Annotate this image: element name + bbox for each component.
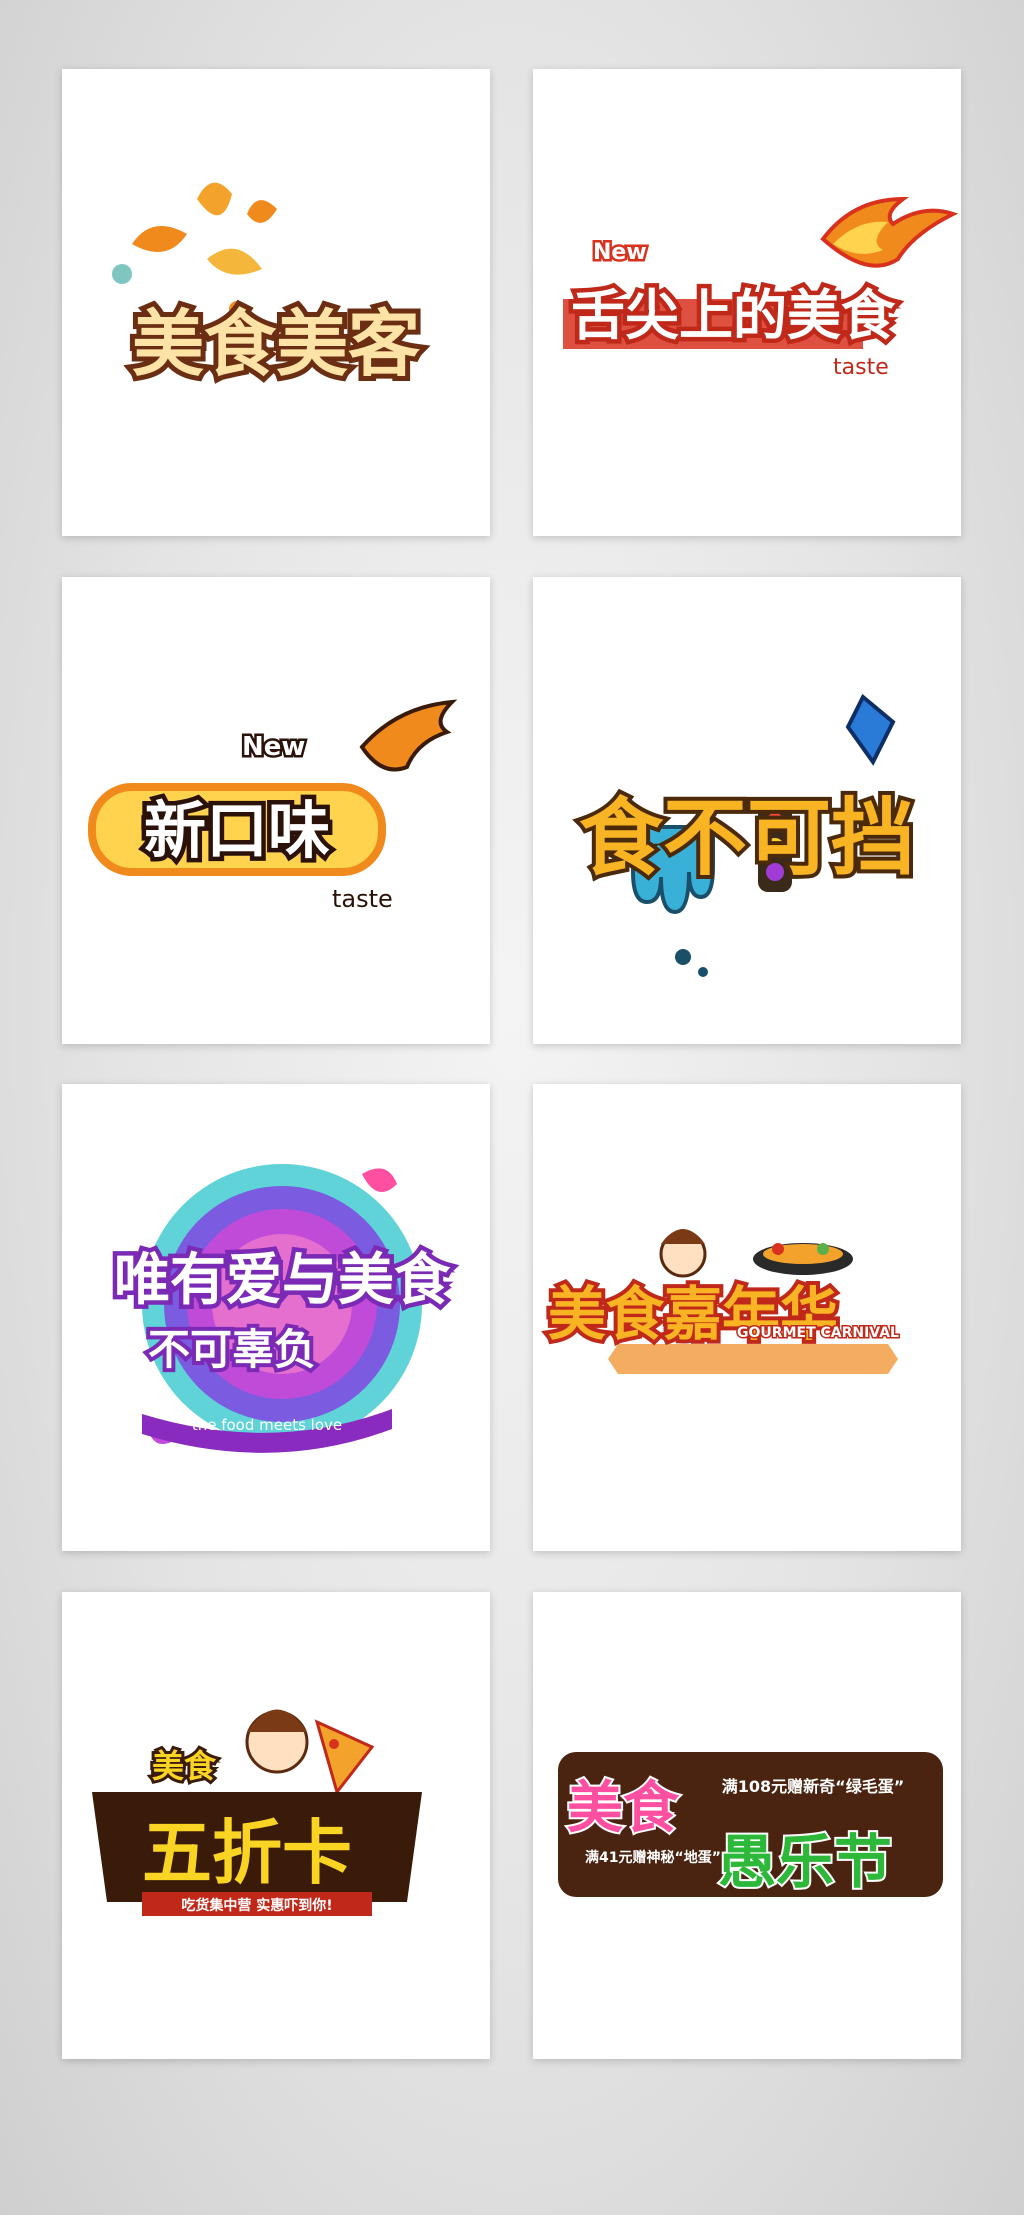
sticker-card-wuzhe-ka[interactable]: 美食 五折卡 吃货集中营 实惠吓到你! (62, 1592, 490, 2059)
splash-petals-icon (112, 182, 277, 317)
flame-icon (359, 699, 458, 772)
xin-kouwei-artwork: New 新口味 taste (88, 699, 458, 913)
english-subtitle: GOURMET CARNIVAL (737, 1325, 899, 1341)
sticker-title: 五折卡 (142, 1812, 352, 1894)
sticker-card-xin-kouwei[interactable]: New 新口味 taste (62, 577, 490, 1044)
pizza-icon (314, 1719, 375, 1796)
sticker-title: 唯有爱与美食 (114, 1248, 451, 1313)
new-badge: New (242, 732, 305, 762)
promo-line-1: 满108元赠新奇“绿毛蛋” (722, 1777, 904, 1796)
tagline: 吃货集中营 实惠吓到你! (181, 1897, 332, 1914)
sticker-title-secondary: 愚乐节 (718, 1828, 892, 1896)
wuzhe-ka-artwork: 美食 五折卡 吃货集中营 实惠吓到你! (92, 1709, 422, 1916)
sticker-kicker: 美食 (152, 1747, 217, 1785)
jianianhua-artwork: 美食嘉年华 GOURMET CARNIVAL (544, 1229, 901, 1374)
sticker-title: 舌尖上的美食 (571, 284, 896, 347)
knife-icon (845, 693, 896, 766)
sticker-title: 美食美客 (132, 302, 420, 386)
flame-icon (820, 196, 959, 268)
sticker-card-jianianhua[interactable]: 美食嘉年华 GOURMET CARNIVAL (533, 1084, 961, 1551)
promo-line-2: 满41元赠神秘“地蛋” (585, 1849, 721, 1866)
weiyou-ai-artwork: 唯有爱与美食 不可辜负 the food meets love (110, 1164, 456, 1453)
chef-girl-icon (659, 1229, 707, 1278)
dishes-icon (753, 1243, 853, 1275)
sticker-card-shibu-kedang[interactable]: 食不可挡 (533, 577, 961, 1044)
shejian-meishi-artwork: New 舌尖上的美食 taste (563, 196, 959, 380)
taste-label: taste (833, 355, 889, 380)
yule-jie-artwork: 美食 愚乐节 满108元赠新奇“绿毛蛋” 满41元赠神秘“地蛋” (558, 1752, 943, 1898)
sticker-card-weiyou-ai[interactable]: 唯有爱与美食 不可辜负 the food meets love (62, 1084, 490, 1551)
sticker-card-meishi-meike[interactable]: 美食美客 (62, 69, 490, 536)
sticker-subtitle: 不可辜负 (148, 1325, 316, 1374)
sticker-title: 食不可挡 (579, 789, 915, 887)
sticker-grid: 美食美客 New 舌尖上的美食 taste New 新口味 taste 食不可挡… (0, 0, 1024, 2215)
sticker-title: 新口味 (144, 794, 330, 867)
meishi-meike-artwork: 美食美客 (112, 182, 425, 391)
sticker-card-shejian-meishi[interactable]: New 舌尖上的美食 taste (533, 69, 961, 536)
ribbon-text: the food meets love (192, 1416, 342, 1434)
cartoon-girl-icon (245, 1709, 309, 1774)
sticker-card-yule-jie[interactable]: 美食 愚乐节 满108元赠新奇“绿毛蛋” 满41元赠神秘“地蛋” (533, 1592, 961, 2059)
taste-label: taste (332, 885, 393, 913)
new-badge: New (593, 240, 647, 265)
shibu-kedang-artwork: 食不可挡 (575, 693, 919, 977)
sticker-title: 美食 (567, 1776, 680, 1841)
